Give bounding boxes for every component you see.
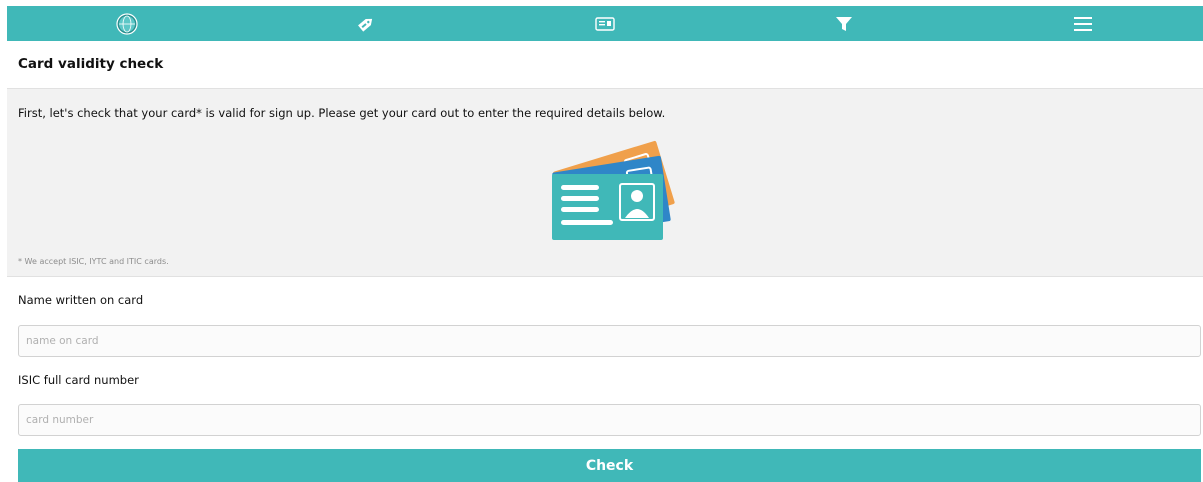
- hamburger-menu-icon: [1074, 16, 1093, 31]
- check-button[interactable]: Check: [18, 449, 1201, 482]
- card-number-field-label: ISIC full card number: [18, 373, 139, 387]
- globe-logo-icon: [115, 12, 138, 35]
- nav-filter[interactable]: [725, 6, 964, 41]
- id-card-icon: [595, 16, 615, 31]
- discount-tag-icon: [357, 18, 372, 32]
- nav-home[interactable]: [7, 6, 246, 41]
- name-field-label: Name written on card: [18, 293, 144, 307]
- nav-discounts[interactable]: [246, 6, 485, 41]
- card-number-input[interactable]: [18, 404, 1201, 436]
- accepted-cards-footnote: * We accept ISIC, IYTC and ITIC cards.: [18, 257, 169, 266]
- intro-text: First, let's check that your card* is va…: [18, 106, 666, 120]
- nav-card[interactable]: [485, 6, 724, 41]
- top-navigation-bar: [7, 6, 1203, 41]
- student-cards-illustration: [552, 140, 675, 240]
- nav-menu[interactable]: [964, 6, 1203, 41]
- filter-icon: [836, 16, 853, 31]
- page-title: Card validity check: [18, 56, 164, 72]
- name-on-card-input[interactable]: [18, 325, 1201, 357]
- intro-panel: First, let's check that your card* is va…: [7, 88, 1203, 277]
